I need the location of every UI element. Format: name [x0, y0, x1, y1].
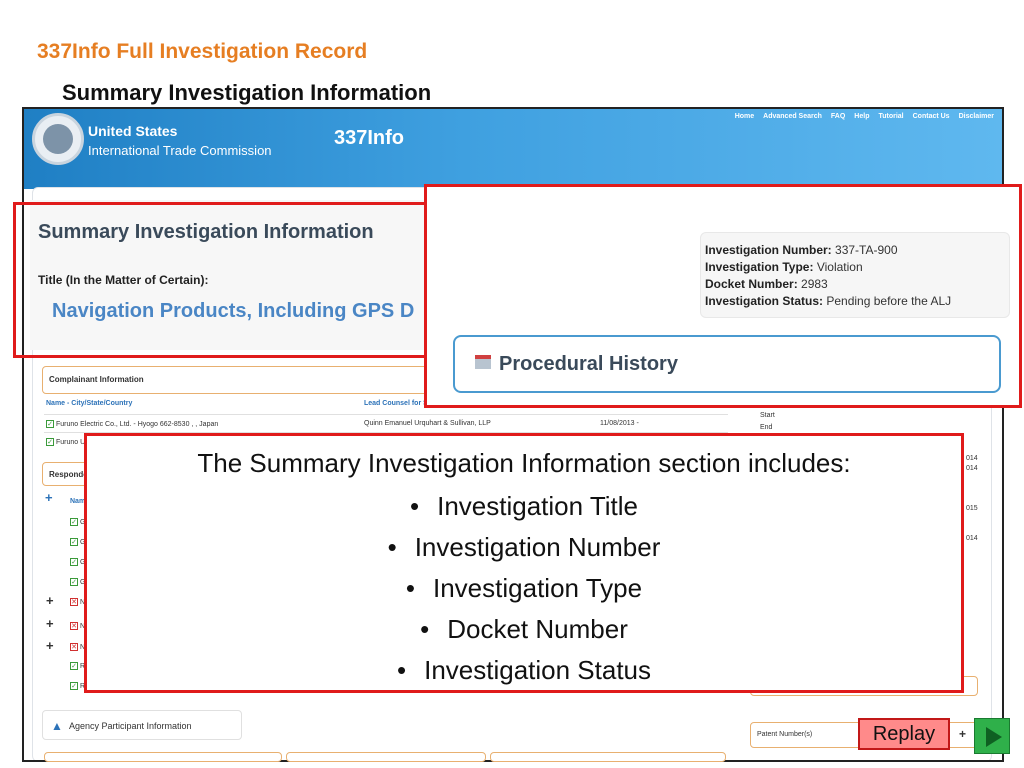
complainant-row-1[interactable]: ✓ Furuno Electric Co., Ltd. - Hyogo 662-8… — [46, 420, 218, 428]
investigation-type: Violation — [816, 260, 863, 274]
investigation-number: 337-TA-900 — [835, 243, 898, 257]
callout-intro: The Summary Investigation Information se… — [197, 448, 851, 478]
play-next-button[interactable] — [974, 718, 1010, 754]
orange-tab — [286, 752, 486, 762]
patent-heading: Patent Number(s) — [757, 731, 813, 738]
callout-item: Docket Number — [87, 609, 961, 650]
investigation-number-row: Investigation Number: 337-TA-900 — [705, 243, 898, 257]
date-fragment: 015 — [966, 505, 978, 512]
unchecked-icon: ✕ — [70, 598, 78, 606]
orange-tab — [490, 752, 726, 762]
docket-number: 2983 — [801, 277, 828, 291]
complainant-date: 11/08/2013 - — [600, 420, 639, 427]
investigation-details-callout: Investigation Number: 337-TA-900 Investi… — [424, 184, 1022, 408]
date-fragment: 014 — [966, 455, 978, 462]
calendar-icon — [475, 355, 491, 369]
callout-item: Investigation Title — [87, 486, 961, 527]
date-fragment: 014 — [966, 535, 978, 542]
site-banner: United States International Trade Commis… — [24, 109, 1002, 189]
expand-row-icon[interactable]: + — [46, 616, 54, 631]
nav-advanced-search[interactable]: Advanced Search — [763, 113, 822, 120]
orange-tab — [44, 752, 282, 762]
nav-disclaimer[interactable]: Disclaimer — [959, 113, 994, 120]
respondents-heading: Responde — [49, 470, 88, 479]
end-label: End — [760, 424, 773, 431]
procedural-history-panel: Procedural History — [453, 335, 1001, 393]
callout-item: Investigation Number — [87, 527, 961, 568]
agency-participant-panel: ▲ Agency Participant Information — [42, 710, 242, 740]
docket-number-row: Docket Number: 2983 — [705, 277, 828, 291]
start-label: Start — [760, 412, 775, 419]
app-name: 337Info — [334, 127, 405, 149]
investigation-type-row: Investigation Type: Violation — [705, 260, 863, 274]
investigation-status-row: Investigation Status: Pending before the… — [705, 294, 952, 308]
title-highlight — [13, 202, 427, 358]
respondent-row[interactable]: ✕ N — [70, 643, 85, 651]
nav-help[interactable]: Help — [854, 113, 869, 120]
replay-button[interactable]: Replay — [858, 718, 950, 750]
checked-icon: ✓ — [70, 682, 78, 690]
unchecked-icon: ✕ — [70, 643, 78, 651]
respondents-panel: Responde — [42, 462, 88, 486]
complainant-counsel: Quinn Emanuel Urquhart & Sullivan, LLP — [364, 420, 491, 427]
callout-item: Investigation Status — [87, 650, 961, 691]
people-icon: ▲ — [51, 719, 63, 733]
expand-row-icon[interactable]: + — [46, 593, 54, 608]
usitc-seal-icon — [32, 113, 84, 165]
checked-icon: ✓ — [70, 518, 78, 526]
checked-icon: ✓ — [46, 438, 54, 446]
expand-row-icon[interactable]: + — [46, 638, 54, 653]
investigation-status: Pending before the ALJ — [826, 294, 952, 308]
respondent-row[interactable]: ✓ R — [70, 682, 85, 690]
nav-tutorial[interactable]: Tutorial — [878, 113, 903, 120]
slide-title: 337Info Full Investigation Record — [37, 40, 368, 63]
nav-faq[interactable]: FAQ — [831, 113, 845, 120]
agency-name-line2: International Trade Commission — [88, 143, 272, 158]
respondent-row[interactable]: ✓ R — [70, 662, 85, 670]
slide-subtitle: Summary Investigation Information — [62, 80, 432, 105]
agency-name-line1: United States — [88, 123, 178, 139]
checked-icon: ✓ — [70, 662, 78, 670]
date-fragment: 014 — [966, 465, 978, 472]
complainant-heading: Complainant Information — [49, 375, 144, 384]
top-nav: Home Advanced Search FAQ Help Tutorial C… — [735, 113, 994, 120]
investigation-details: Investigation Number: 337-TA-900 Investi… — [700, 232, 1010, 318]
respondents-col-name: Nam — [70, 498, 86, 505]
complainant-col-counsel: Lead Counsel for Se — [364, 400, 432, 407]
callout-list: Investigation Title Investigation Number… — [87, 486, 961, 691]
agency-heading: Agency Participant Information — [69, 721, 192, 731]
respondent-row[interactable]: ✕ N — [70, 598, 85, 606]
unchecked-icon: ✕ — [70, 622, 78, 630]
complainant-name: Furuno Electric Co., Ltd. - Hyogo 662-85… — [56, 421, 219, 428]
expand-patent-icon[interactable]: + — [959, 727, 966, 741]
checked-icon: ✓ — [70, 558, 78, 566]
checked-icon: ✓ — [46, 420, 54, 428]
checked-icon: ✓ — [70, 578, 78, 586]
complainant-col-name: Name - City/State/Country — [46, 400, 133, 407]
callout-item: Investigation Type — [87, 568, 961, 609]
info-callout: The Summary Investigation Information se… — [84, 433, 964, 693]
checked-icon: ✓ — [70, 538, 78, 546]
expand-all-icon[interactable]: + — [45, 490, 53, 505]
row-divider — [44, 414, 728, 415]
nav-home[interactable]: Home — [735, 113, 754, 120]
nav-contact-us[interactable]: Contact Us — [913, 113, 950, 120]
respondent-row[interactable]: ✕ N — [70, 622, 85, 630]
procedural-history-heading: Procedural History — [499, 353, 678, 375]
